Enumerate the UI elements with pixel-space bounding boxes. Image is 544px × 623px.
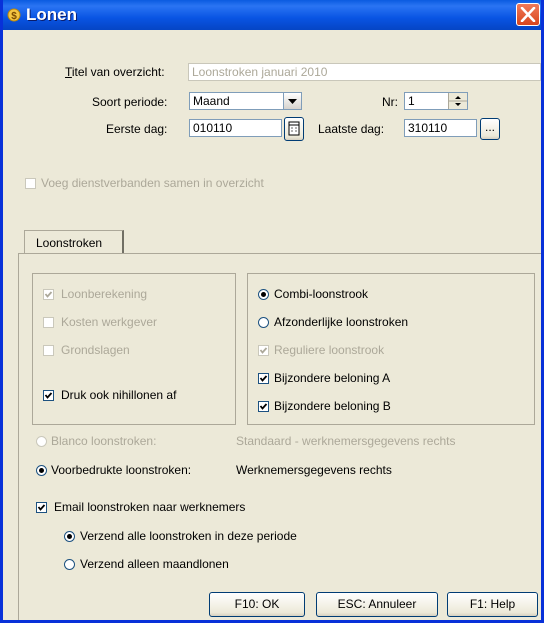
chevron-down-icon [288, 99, 297, 104]
grondslagen-checkbox[interactable] [43, 345, 54, 356]
calendar-icon [288, 121, 300, 136]
voeg-label: Voeg dienstverbanden samen in overzicht [41, 176, 264, 190]
dropdown-button[interactable] [283, 93, 301, 109]
radio-dot [261, 292, 266, 297]
radio-dot [67, 534, 72, 539]
bijzondere-a-label: Bijzondere beloning A [274, 371, 391, 385]
laatste-dag-label: Laatste dag: [318, 122, 385, 136]
svg-text:$: $ [11, 11, 17, 22]
lonen-window: $ Lonen Titel van overzicht: Loonstroken… [0, 0, 544, 623]
blanco-value: Standaard - werknemersgegevens rechts [236, 434, 456, 448]
voorbedrukt-label: Voorbedrukte loonstroken: [51, 463, 192, 477]
afzonderlijke-label: Afzonderlijke loonstroken [274, 315, 409, 329]
spinner-arrows-icon [449, 96, 467, 106]
voorbedrukt-radio[interactable] [36, 465, 47, 476]
checkmark-icon [44, 291, 53, 298]
afzonderlijke-radio[interactable] [258, 317, 269, 328]
window-title: Lonen [26, 5, 77, 24]
nr-input[interactable]: 1 [404, 92, 468, 110]
verzend-alle-radio[interactable] [64, 531, 75, 542]
ok-button[interactable]: F10: OK [209, 592, 305, 617]
kosten-werkgever-checkbox[interactable] [43, 317, 54, 328]
bijzondere-b-label: Bijzondere beloning B [274, 399, 391, 413]
tab-divider [18, 253, 541, 254]
combi-label: Combi-loonstrook [274, 287, 369, 301]
druk-nihillonen-checkbox[interactable] [43, 390, 54, 401]
tab-loonstroken[interactable]: Loonstroken [24, 230, 124, 254]
grondslagen-label: Grondslagen [61, 343, 130, 357]
soort-periode-select[interactable]: Maand [189, 92, 302, 110]
loonberekening-checkbox[interactable] [43, 289, 54, 300]
checkmark-icon [259, 375, 268, 382]
titel-input[interactable]: Loonstroken januari 2010 [188, 63, 541, 81]
checkmark-icon [259, 403, 268, 410]
radio-dot [39, 468, 44, 473]
blanco-radio[interactable] [36, 436, 47, 447]
nr-spinner[interactable] [448, 93, 467, 109]
druk-nihillonen-label: Druk ook nihillonen af [61, 388, 177, 402]
help-button[interactable]: F1: Help [447, 592, 538, 617]
combi-radio[interactable] [258, 289, 269, 300]
tab-panel-border [18, 253, 19, 620]
annuleer-button[interactable]: ESC: Annuleer [316, 592, 438, 617]
eerste-dag-label: Eerste dag: [106, 122, 168, 136]
email-label: Email loonstroken naar werknemers [54, 500, 246, 514]
email-checkbox[interactable] [36, 502, 47, 513]
reguliere-checkbox[interactable] [258, 345, 269, 356]
titel-label: Titel van overzicht: [65, 65, 165, 79]
verzend-alleen-label: Verzend alleen maandlonen [80, 557, 229, 571]
checkmark-icon [37, 504, 46, 511]
loonberekening-label: Loonberekening [61, 287, 148, 301]
close-button[interactable] [516, 3, 540, 26]
titel-label-text: itel van overzicht: [71, 65, 165, 79]
bijzondere-b-checkbox[interactable] [258, 401, 269, 412]
soort-periode-value: Maand [193, 94, 230, 108]
kosten-werkgever-label: Kosten werkgever [61, 315, 158, 329]
reguliere-label: Reguliere loonstrook [274, 343, 385, 357]
verzend-alle-label: Verzend alle loonstroken in deze periode [80, 529, 297, 543]
eerste-dag-input[interactable]: 010110 [189, 119, 282, 137]
voorbedrukt-value: Werknemersgegevens rechts [236, 463, 392, 477]
title-bar: $ Lonen [3, 0, 541, 30]
laatste-dag-input[interactable]: 310110 [404, 119, 477, 137]
blanco-label: Blanco loonstroken: [51, 434, 157, 448]
calendar-button[interactable] [284, 117, 304, 141]
bijzondere-a-checkbox[interactable] [258, 373, 269, 384]
checkmark-icon [259, 347, 268, 354]
app-icon: $ [7, 8, 21, 22]
tab-loonstroken-label: Loonstroken [36, 236, 103, 250]
nr-label: Nr: [382, 95, 398, 109]
laatste-dag-browse-button[interactable]: ... [480, 118, 500, 140]
soort-periode-label: Soort periode: [92, 95, 168, 109]
close-icon [520, 7, 536, 22]
checkmark-icon [44, 392, 53, 399]
verzend-alleen-radio[interactable] [64, 559, 75, 570]
nr-value: 1 [408, 94, 415, 108]
voeg-checkbox[interactable] [25, 178, 36, 189]
